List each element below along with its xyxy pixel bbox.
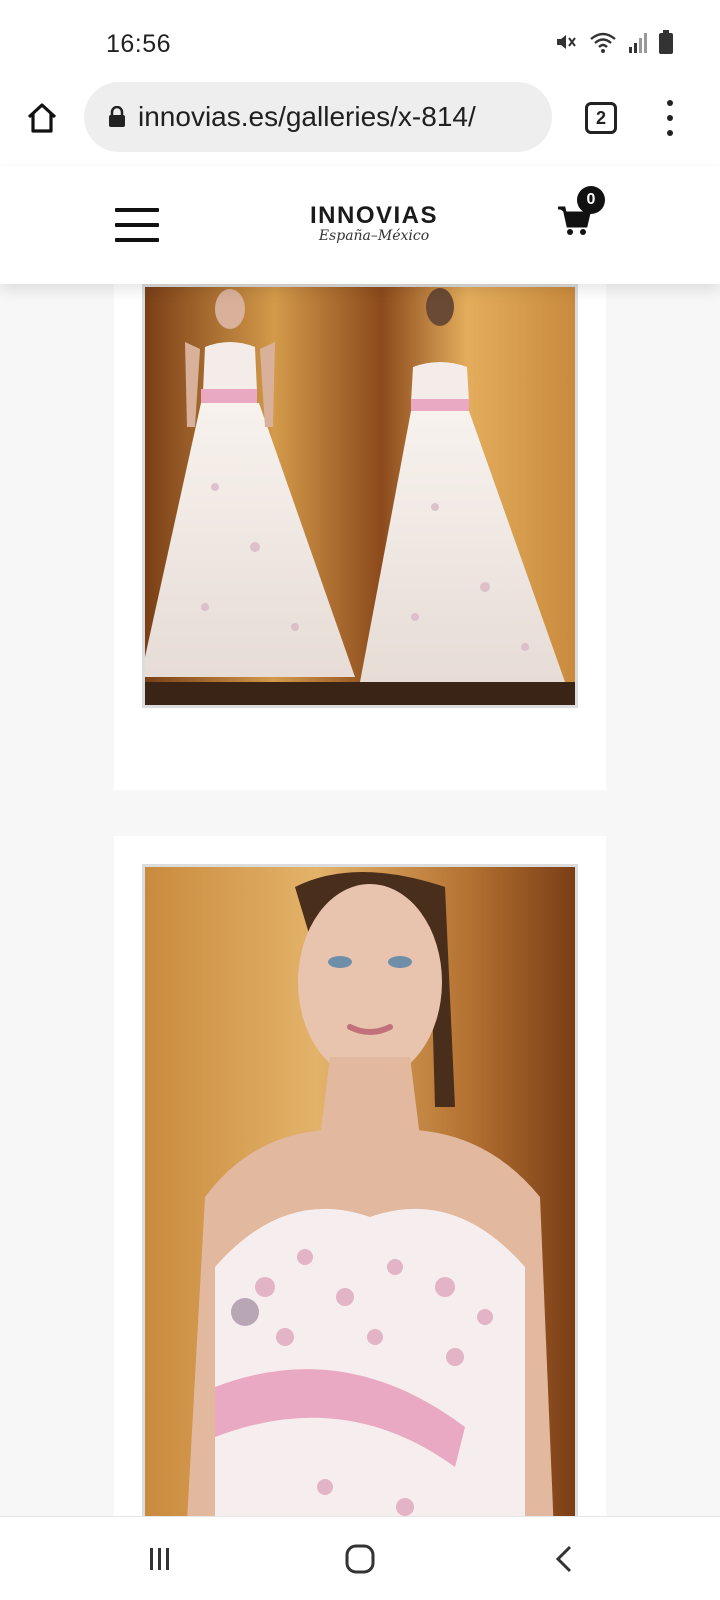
cart-count-badge: 0 (577, 186, 605, 214)
back-chevron-icon (555, 1545, 572, 1573)
home-button[interactable] (22, 98, 62, 138)
logo-main-text: INNOVIAS (309, 202, 438, 229)
menu-bar (115, 238, 159, 242)
dot-icon (667, 100, 673, 106)
site-logo[interactable]: INNOVIAS España–México (294, 202, 454, 244)
dot-icon (667, 130, 673, 136)
site-header: INNOVIAS España–México 0 (0, 166, 720, 284)
wifi-icon (588, 30, 618, 59)
signal-icon (628, 30, 648, 59)
logo-subtitle: España–México (318, 228, 430, 244)
browser-toolbar: innovias.es/galleries/x-814/ 2 (0, 80, 720, 166)
tab-switcher-button[interactable]: 2 (585, 102, 617, 134)
mute-vibrate-icon (554, 30, 578, 59)
recent-apps-button[interactable] (140, 1539, 180, 1579)
gallery-card (114, 230, 606, 790)
lock-icon (108, 106, 126, 128)
gallery-card (114, 836, 606, 1556)
more-menu-button[interactable] (660, 96, 680, 140)
status-icons (554, 29, 674, 60)
battery-icon (658, 29, 674, 60)
menu-bar (115, 208, 159, 212)
dot-icon (667, 115, 673, 121)
status-bar: 16:56 (0, 0, 720, 80)
system-navigation-bar (0, 1516, 720, 1600)
home-nav-button[interactable] (340, 1539, 380, 1579)
address-bar[interactable]: innovias.es/galleries/x-814/ (84, 82, 552, 152)
dress-full-length-front-back (145, 287, 575, 705)
url-text: innovias.es/galleries/x-814/ (138, 101, 476, 132)
dress-bodice-closeup (145, 867, 575, 1553)
status-time: 16:56 (106, 30, 172, 58)
gallery-image[interactable] (142, 864, 578, 1556)
menu-bar (115, 223, 159, 227)
home-circle-icon (345, 1544, 375, 1574)
back-button[interactable] (544, 1539, 584, 1579)
gallery-image[interactable] (142, 284, 578, 708)
home-icon (27, 103, 57, 133)
hamburger-menu-button[interactable] (115, 208, 159, 242)
recent-apps-icon (150, 1548, 169, 1570)
